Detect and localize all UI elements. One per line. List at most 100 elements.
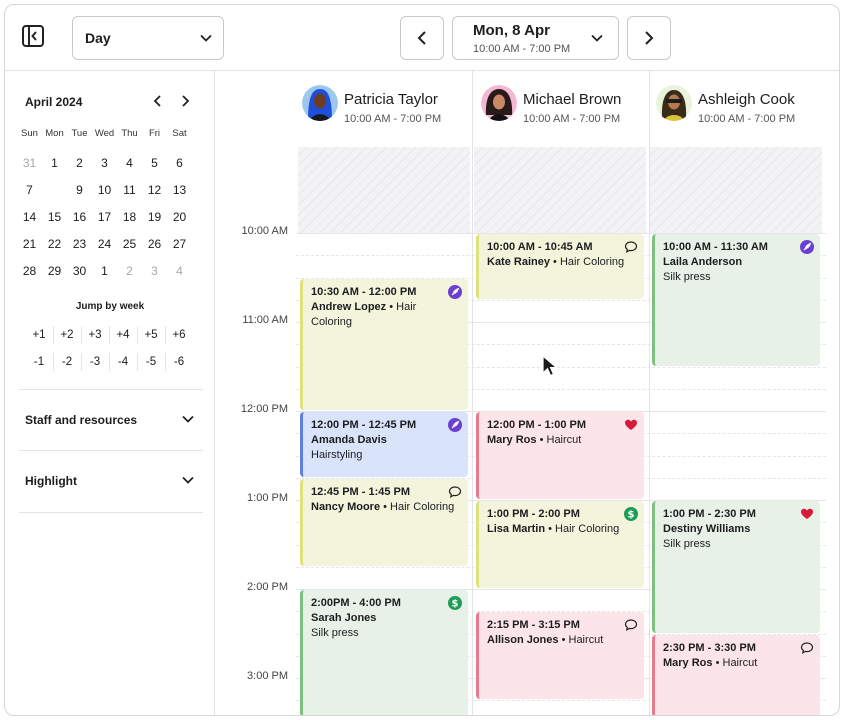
staff-hours: 10:00 AM - 7:00 PM [344, 113, 442, 125]
separator: • [536, 434, 547, 446]
jump-week-button[interactable]: -3 [81, 351, 109, 373]
calendar-day[interactable]: 20 [167, 207, 192, 227]
client-name: Destiny Williams [663, 523, 751, 535]
calendar-day[interactable]: 23 [67, 234, 92, 254]
calendar-day[interactable]: 26 [142, 234, 167, 254]
day-calendar-grid: Patricia Taylor 10:00 AM - 7:00 PM Micha… [216, 71, 839, 715]
calendar-day[interactable]: 6 [167, 153, 192, 173]
appointment-card[interactable]: 12:45 PM - 1:45 PM Nancy Moore • Hair Col… [300, 478, 468, 566]
appointment-time: 1:00 PM - 2:00 PM [487, 508, 580, 520]
separator: • [549, 256, 560, 268]
appointment-card[interactable]: 10:30 AM - 12:00 PM Andrew Lopez • Hair C… [300, 278, 468, 410]
jump-week-button[interactable]: +1 [25, 324, 53, 346]
calendar-day[interactable]: 10 [92, 180, 117, 200]
calendar-day[interactable]: 18 [117, 207, 142, 227]
service-name: Haircut [568, 634, 604, 647]
weekday-label: Tue [71, 128, 88, 139]
chevron-right-icon[interactable] [177, 93, 193, 109]
appointment-card[interactable]: 10:00 AM - 11:30 AM Laila Anderson Silk pr… [652, 234, 820, 366]
calendar-day[interactable]: 2 [117, 261, 142, 281]
calendar-day[interactable]: 21 [17, 234, 42, 254]
jump-week-button[interactable]: +3 [81, 324, 109, 346]
jump-week-button[interactable]: +6 [165, 324, 193, 346]
calendar-day[interactable]: 14 [17, 207, 42, 227]
appointment-card[interactable]: 10:00 AM - 10:45 AM Kate Rainey • Hair Co… [476, 234, 644, 299]
highlight-section[interactable]: Highlight [19, 450, 203, 510]
jump-week-button[interactable]: +5 [137, 324, 165, 346]
selected-day[interactable]: 8 [42, 179, 67, 200]
separator: • [386, 300, 397, 313]
chat-icon [624, 618, 638, 632]
calendar-day[interactable]: 4 [167, 261, 192, 281]
chevron-left-icon[interactable] [150, 93, 166, 109]
chevron-down-icon [182, 476, 194, 484]
calendar-day[interactable]: 1 [42, 153, 67, 173]
staff-and-resources-section[interactable]: Staff and resources [19, 389, 203, 449]
appointment-card[interactable]: 2:00PM - 4:00 PM Sarah Jones Silk press $ [300, 590, 468, 715]
calendar-day[interactable]: 3 [92, 153, 117, 173]
calendar-day[interactable]: 4 [117, 153, 142, 173]
appointment-details: Mary Ros • Haircut [487, 433, 636, 448]
appointment-time: 2:15 PM - 3:15 PM [487, 619, 580, 632]
time-label: 10:00 AM [241, 225, 288, 237]
calendar-day[interactable]: 2 [67, 153, 92, 173]
staff-name: Michael Brown [523, 91, 622, 108]
service-name: Haircut [722, 656, 758, 669]
jump-by-week-title: Jump by week [75, 301, 145, 312]
scheduler-window: Day Mon, 8 Apr 10:00 AM - 7:00 PM April … [4, 4, 840, 716]
appointment-card[interactable]: 12:00 PM - 1:00 PM Mary Ros • Haircut [476, 412, 644, 499]
jump-week-button[interactable]: -4 [109, 351, 137, 373]
appointment-card[interactable]: 1:00 PM - 2:30 PM Destiny Williams Silk pr… [652, 501, 820, 633]
sidebar-toggle-icon[interactable] [21, 24, 45, 48]
next-day-button[interactable] [627, 16, 671, 60]
client-name: Mary Ros [663, 656, 713, 669]
calendar-day[interactable]: 12 [142, 180, 167, 200]
time-label: 2:00 PM [247, 581, 288, 593]
calendar-day[interactable]: 30 [67, 261, 92, 281]
appointment-card[interactable]: 2:15 PM - 3:15 PM Allison Jones • Haircut [476, 612, 644, 700]
appointment-card[interactable]: 1:00 PM - 2:00 PM Lisa Martin • Hair Colo… [476, 501, 644, 588]
sidebar: April 2024 Sun Mon Tue Wed Thu Fri Sat 31 1 2 3 4 5 6… [5, 71, 215, 715]
calendar-day[interactable]: 29 [42, 261, 67, 281]
staff-header: Ashleigh Cook 10:00 AM - 7:00 PM [656, 71, 831, 137]
calendar-day[interactable]: 27 [167, 234, 192, 254]
appointment-time: 1:00 PM - 2:30 PM [663, 508, 756, 520]
jump-week-button[interactable]: +2 [53, 324, 81, 346]
jump-week-button[interactable]: +4 [109, 324, 137, 346]
calendar-day[interactable]: 31 [17, 153, 42, 173]
rocket-icon [448, 284, 462, 299]
calendar-day[interactable]: 19 [142, 207, 167, 227]
calendar-day[interactable]: 28 [17, 261, 42, 281]
jump-week-button[interactable]: -2 [53, 351, 81, 373]
calendar-day[interactable]: 11 [117, 180, 142, 200]
calendar-day[interactable]: 15 [42, 207, 67, 227]
client-name: Lisa Martin [487, 523, 546, 535]
previous-day-button[interactable] [400, 16, 444, 60]
calendar-day[interactable]: 22 [42, 234, 67, 254]
jump-week-button[interactable]: -5 [137, 351, 165, 373]
view-select[interactable]: Day [72, 16, 224, 60]
appointment-card[interactable]: 2:30 PM - 3:30 PM Mary Ros • Haircut [652, 634, 820, 715]
separator: • [712, 656, 723, 669]
dollar-icon: $ [448, 596, 462, 610]
date-picker[interactable]: Mon, 8 Apr 10:00 AM - 7:00 PM [452, 16, 619, 60]
jump-week-button[interactable]: -1 [25, 351, 53, 373]
calendar-day[interactable]: 17 [92, 207, 117, 227]
calendar-day[interactable]: 9 [67, 180, 92, 200]
jump-week-button[interactable]: -6 [165, 351, 193, 373]
calendar-day[interactable]: 3 [142, 261, 167, 281]
calendar-day[interactable]: 16 [67, 207, 92, 227]
appointment-card[interactable]: 12:00 PM - 12:45 PM Amanda Davis Hairstyli… [300, 412, 468, 477]
client-name: Amanda Davis [311, 434, 387, 446]
staff-header: Patricia Taylor 10:00 AM - 7:00 PM [302, 71, 472, 137]
time-label: 3:00 PM [247, 670, 288, 682]
mini-calendar-month: April 2024 [25, 95, 83, 109]
calendar-day[interactable]: 24 [92, 234, 117, 254]
calendar-day[interactable]: 25 [117, 234, 142, 254]
chevron-down-icon [200, 34, 212, 42]
calendar-day[interactable]: 7 [17, 180, 42, 200]
calendar-day[interactable]: 13 [167, 180, 192, 200]
calendar-day[interactable]: 1 [92, 261, 117, 281]
appointment-details: Amanda Davis Hairstyling [311, 433, 460, 463]
calendar-day[interactable]: 5 [142, 153, 167, 173]
